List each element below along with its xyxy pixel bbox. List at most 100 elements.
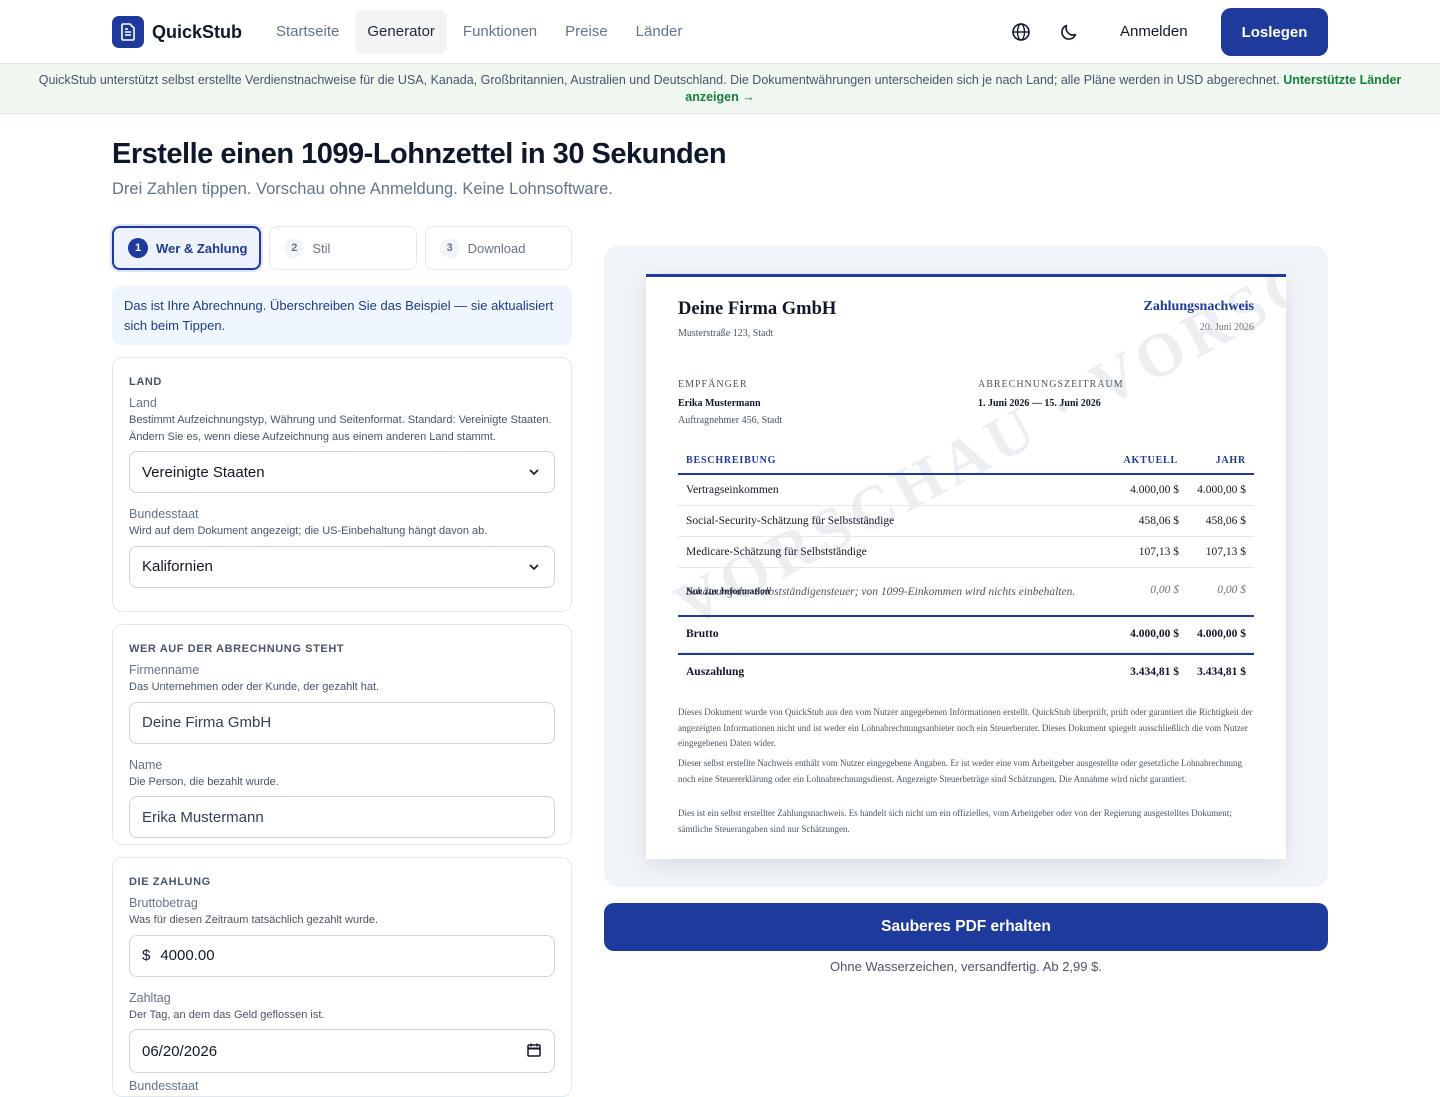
card-title: LAND (129, 376, 162, 388)
moon-icon[interactable] (1053, 16, 1085, 48)
field-help: Die Person, die bezahlt wurde. (129, 775, 279, 788)
step-number: 1 (128, 238, 148, 258)
col-description: BESCHREIBUNG (686, 455, 777, 466)
who-card: WER AUF DER ABRECHNUNG STEHT Firmenname … (112, 624, 572, 845)
row-current: 4.000,00 $ (1130, 484, 1179, 496)
row-description: Social-Security-Schätzung für Selbststän… (686, 515, 895, 527)
globe-icon[interactable] (1005, 16, 1037, 48)
pay-stub-document: VORSCHAU · VORSCHAU Deine Firma GmbH Mus… (646, 274, 1286, 859)
recipient-label: EMPFÄNGER (678, 379, 748, 390)
payout-row: Auszahlung 3.434,81 $ 3.434,81 $ (678, 653, 1254, 689)
page-subtitle: Drei Zahlen tippen. Vorschau ohne Anmeld… (112, 180, 613, 198)
select-value: Vereinigte Staaten (142, 463, 265, 481)
step-number: 3 (439, 238, 460, 258)
gross-amount-input[interactable]: $ 4000.00 (129, 934, 555, 977)
input-value: Erika Mustermann (142, 808, 264, 826)
field-label: Bruttobetrag (129, 896, 198, 910)
step-label: Stil (312, 240, 331, 256)
row-description: Vertragseinkommen (686, 484, 779, 496)
note-year: 0,00 $ (1217, 584, 1246, 596)
banner-text: QuickStub unterstützt selbst erstellte V… (38, 73, 1280, 87)
note-text: Schätzung der Selbstständigensteuer; von… (686, 586, 1076, 598)
chevron-down-icon (526, 559, 542, 579)
pdf-note: Ohne Wasserzeichen, versandfertig. Ab 2,… (830, 959, 1102, 974)
field-label: Bundesstaat (129, 507, 199, 521)
info-callout: Das ist Ihre Abrechnung. Überschreiben S… (112, 286, 572, 345)
recipient-name: Erika Mustermann (678, 398, 761, 409)
document-icon (112, 16, 144, 48)
period-value: 1. Juni 2026 — 15. Juni 2026 (978, 398, 1101, 409)
field-help: Das Unternehmen oder der Kunde, der geza… (129, 681, 380, 693)
disclaimer-1: Dieses Dokument wurde von QuickStub aus … (678, 707, 1253, 748)
recipient-name-input[interactable]: Erika Mustermann (129, 796, 555, 838)
period-label: ABRECHNUNGSZEITRAUM (978, 379, 1124, 390)
payout-current: 3.434,81 $ (1130, 666, 1179, 678)
brand-name: QuickStub (152, 21, 243, 42)
doc-title: Zahlungsnachweis (1143, 299, 1254, 314)
field-label: Bundesstaat (129, 1079, 199, 1093)
get-started-button[interactable]: Loslegen (1221, 8, 1328, 56)
row-current: 107,13 $ (1138, 546, 1179, 558)
field-label: Firmenname (129, 663, 200, 677)
row-year: 107,13 $ (1205, 546, 1246, 558)
field-help: Bestimmt Aufzeichnungstyp, Währung und S… (129, 414, 552, 443)
row-current: 458,06 $ (1138, 515, 1179, 527)
step-label: Wer & Zahlung (156, 240, 248, 256)
nav-generator[interactable]: Generator (355, 10, 447, 54)
step-tabs: 1 Wer & Zahlung 2 Stil 3 Download (112, 226, 572, 270)
country-select[interactable]: Vereinigte Staaten (129, 451, 555, 493)
gross-current: 4.000,00 $ (1130, 628, 1179, 640)
main-nav: Startseite Generator Funktionen Preise L… (264, 10, 694, 54)
earnings-table: BESCHREIBUNG AKTUELL JAHR Vertragseinkom… (678, 449, 1254, 689)
select-value: Kalifornien (142, 558, 213, 575)
pay-date-input[interactable]: 06/20/2026 (129, 1029, 555, 1073)
country-card: LAND Land Bestimmt Aufzeichnungstyp, Wäh… (112, 357, 572, 612)
table-header: BESCHREIBUNG AKTUELL JAHR (678, 449, 1254, 475)
top-navigation-bar: QuickStub Startseite Generator Funktione… (0, 0, 1440, 64)
note-current: 0,00 $ (1150, 584, 1179, 596)
table-row: Social-Security-Schätzung für Selbststän… (678, 506, 1254, 537)
field-label: Zahltag (129, 990, 171, 1005)
get-pdf-button[interactable]: Sauberes PDF erhalten (604, 903, 1328, 951)
brand-logo[interactable]: QuickStub (112, 16, 242, 48)
nav-laender[interactable]: Länder (624, 10, 695, 54)
col-year: JAHR (1215, 455, 1246, 466)
disclaimer-2: Dieser selbst erstellte Nachweis enthält… (678, 758, 1243, 784)
doc-date: 20. Juni 2026 (1199, 322, 1254, 333)
input-value: 06/20/2026 (142, 1042, 218, 1060)
field-help: Der Tag, an dem das Geld geflossen ist. (129, 1008, 325, 1021)
field-label: Name (129, 757, 163, 772)
chevron-down-icon (526, 464, 542, 484)
doc-company-name: Deine Firma GmbH (678, 299, 837, 319)
calendar-icon[interactable] (526, 1042, 542, 1062)
payout-year: 3.434,81 $ (1197, 666, 1246, 678)
card-title: DIE ZAHLUNG (129, 876, 211, 888)
info-note-row: Nur zur Information Schätzung der Selbst… (678, 568, 1254, 617)
card-title: WER AUF DER ABRECHNUNG STEHT (129, 643, 345, 655)
gross-year: 4.000,00 $ (1197, 628, 1246, 640)
company-name-input[interactable]: Deine Firma GmbH (129, 701, 555, 744)
currency-symbol: $ (142, 947, 151, 964)
gross-label: Brutto (686, 628, 719, 640)
step-tab-download[interactable]: 3 Download (424, 226, 572, 270)
nav-startseite[interactable]: Startseite (264, 10, 351, 54)
gross-row: Brutto 4.000,00 $ 4.000,00 $ (678, 617, 1254, 653)
step-tab-style[interactable]: 2 Stil (269, 226, 417, 270)
input-value: Deine Firma GmbH (142, 714, 272, 731)
disclaimer-3: Dies ist ein selbst erstellter Zahlungsn… (678, 808, 1232, 834)
payout-label: Auszahlung (686, 666, 745, 678)
nav-funktionen[interactable]: Funktionen (451, 10, 549, 54)
login-link[interactable]: Anmelden (1108, 10, 1200, 54)
state-select[interactable]: Kalifornien (129, 545, 555, 588)
doc-company-address: Musterstraße 123, Stadt (678, 328, 774, 339)
nav-preise[interactable]: Preise (553, 10, 620, 54)
field-help: Was für diesen Zeitraum tatsächlich geza… (129, 914, 379, 926)
step-label: Download (467, 240, 526, 256)
step-number: 2 (284, 238, 305, 258)
table-row: Medicare-Schätzung für Selbstständige 10… (678, 537, 1254, 568)
row-year: 458,06 $ (1205, 515, 1246, 527)
row-year: 4.000,00 $ (1197, 484, 1246, 496)
supported-countries-banner: QuickStub unterstützt selbst erstellte V… (0, 64, 1440, 114)
page-title: Erstelle einen 1099-Lohnzettel in 30 Sek… (112, 138, 727, 170)
step-tab-who-payment[interactable]: 1 Wer & Zahlung (112, 226, 262, 270)
